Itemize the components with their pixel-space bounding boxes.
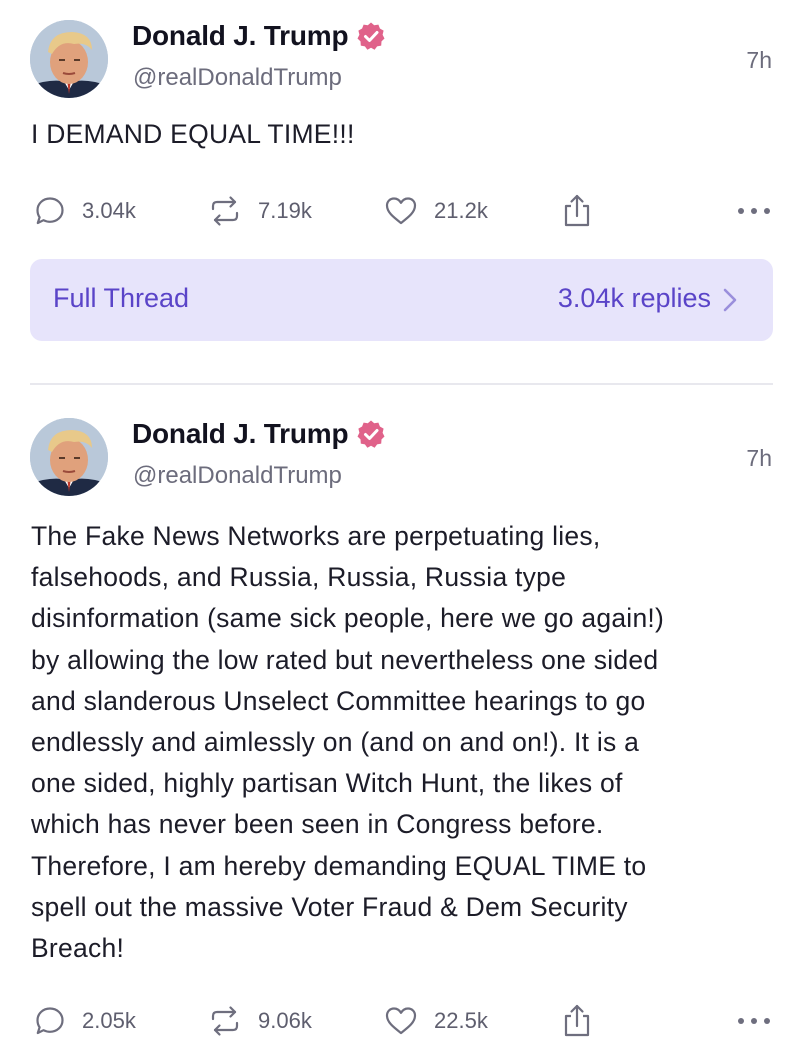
repost-button[interactable]: 9.06k <box>208 1001 312 1041</box>
more-icon <box>734 1018 774 1039</box>
reply-button[interactable]: 2.05k <box>34 1001 136 1041</box>
repost-icon <box>208 1005 242 1037</box>
reply-button[interactable]: 3.04k <box>34 191 136 231</box>
timestamp[interactable]: 7h <box>746 445 772 472</box>
full-thread-label: Full Thread <box>53 283 190 313</box>
post-text: I DEMAND EQUAL TIME!!! <box>31 119 355 149</box>
author-handle[interactable]: @realDonaldTrump <box>133 462 342 490</box>
more-button[interactable] <box>734 1007 774 1040</box>
post-text: The Fake News Networks are perpetuating … <box>31 521 665 964</box>
repost-icon <box>208 195 242 227</box>
reply-icon <box>34 195 66 227</box>
chevron-right-icon <box>723 288 737 317</box>
reply-icon <box>34 1005 66 1037</box>
verified-badge-icon <box>356 21 386 51</box>
like-count: 21.2k <box>434 198 488 223</box>
post-divider <box>30 383 773 385</box>
share-icon <box>561 1003 593 1039</box>
reply-count: 2.05k <box>82 1008 136 1033</box>
timestamp[interactable]: 7h <box>746 47 772 74</box>
share-button[interactable] <box>561 1001 593 1041</box>
repost-count: 7.19k <box>258 198 312 223</box>
author-handle[interactable]: @realDonaldTrump <box>133 64 342 92</box>
like-button[interactable]: 21.2k <box>384 191 488 231</box>
action-bar: 3.04k 7.19k 21.2k <box>0 191 804 231</box>
thread-replies-count: 3.04k replies <box>557 283 711 313</box>
like-button[interactable]: 22.5k <box>384 1001 488 1041</box>
avatar[interactable] <box>30 418 108 496</box>
full-thread-button[interactable]: Full Thread 3.04k replies <box>30 259 773 341</box>
action-bar: 2.05k 9.06k 22.5k <box>0 1001 804 1041</box>
reply-count: 3.04k <box>82 198 136 223</box>
avatar[interactable] <box>30 20 108 98</box>
author-row: Donald J. Trump <box>132 418 386 450</box>
like-icon <box>384 1005 418 1037</box>
repost-button[interactable]: 7.19k <box>208 191 312 231</box>
like-icon <box>384 195 418 227</box>
share-button[interactable] <box>561 191 593 231</box>
repost-count: 9.06k <box>258 1008 312 1033</box>
author-name[interactable]: Donald J. Trump <box>132 418 349 450</box>
more-icon <box>734 208 774 229</box>
author-name[interactable]: Donald J. Trump <box>132 20 349 52</box>
author-row: Donald J. Trump <box>132 20 386 52</box>
more-button[interactable] <box>734 197 774 230</box>
like-count: 22.5k <box>434 1008 488 1033</box>
share-icon <box>561 193 593 229</box>
verified-badge-icon <box>356 419 386 449</box>
